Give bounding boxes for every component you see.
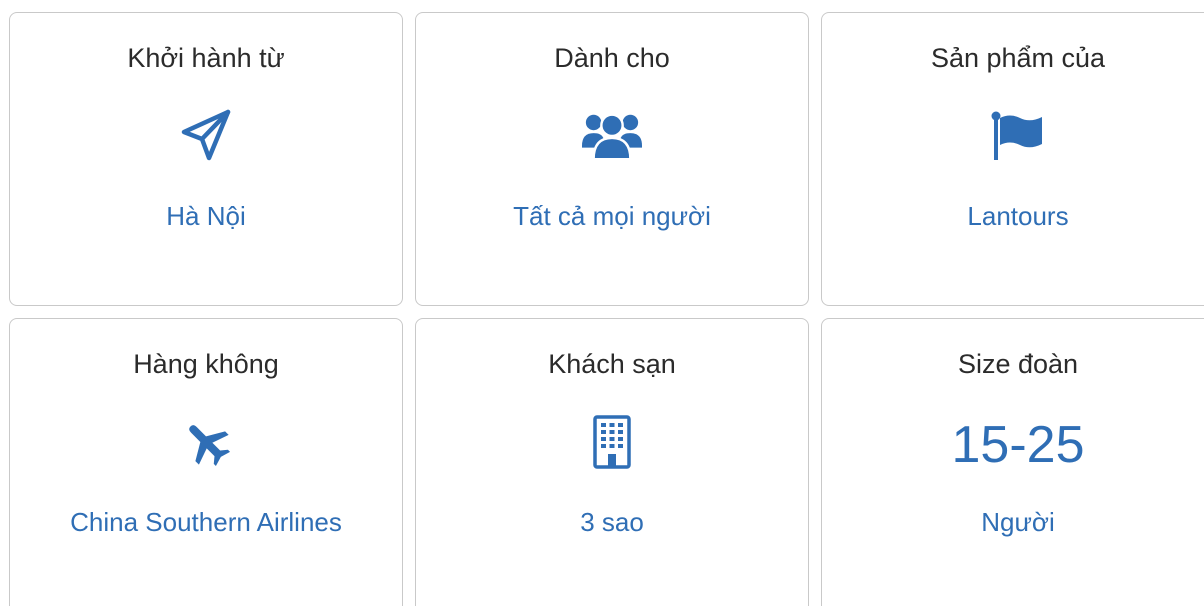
audience-value: Tất cả mọi người (513, 201, 711, 231)
paper-plane-icon (176, 106, 236, 166)
airline-value: China Southern Airlines (70, 507, 342, 537)
group-size-card: Size đoàn 15-25 Người (821, 318, 1204, 606)
users-group-icon (582, 106, 642, 166)
hotel-card: Khách sạn 3 sao (415, 318, 809, 606)
card-title: Hàng không (133, 349, 279, 379)
card-title: Size đoàn (957, 349, 1079, 379)
card-title: Khách sạn (548, 349, 676, 379)
provider-card: Sản phẩm của Lantours (821, 12, 1204, 306)
tour-info-grid: Khởi hành từ Hà Nội Dành cho Tất cả mọi … (0, 0, 1204, 606)
card-title: Sản phẩm của (930, 43, 1106, 73)
airplane-icon (176, 412, 236, 472)
flag-icon (988, 106, 1048, 166)
audience-card: Dành cho Tất cả mọi người (415, 12, 809, 306)
card-title: Dành cho (554, 43, 670, 73)
hotel-building-icon (582, 412, 642, 472)
card-title: Khởi hành từ (127, 43, 285, 73)
hotel-value: 3 sao (580, 507, 644, 537)
group-size-unit: Người (981, 507, 1055, 537)
departure-card: Khởi hành từ Hà Nội (9, 12, 403, 306)
provider-value: Lantours (967, 201, 1069, 231)
airline-card: Hàng không China Southern Airlines (9, 318, 403, 606)
departure-value: Hà Nội (166, 201, 246, 231)
group-size-number: 15-25 (951, 416, 1085, 474)
